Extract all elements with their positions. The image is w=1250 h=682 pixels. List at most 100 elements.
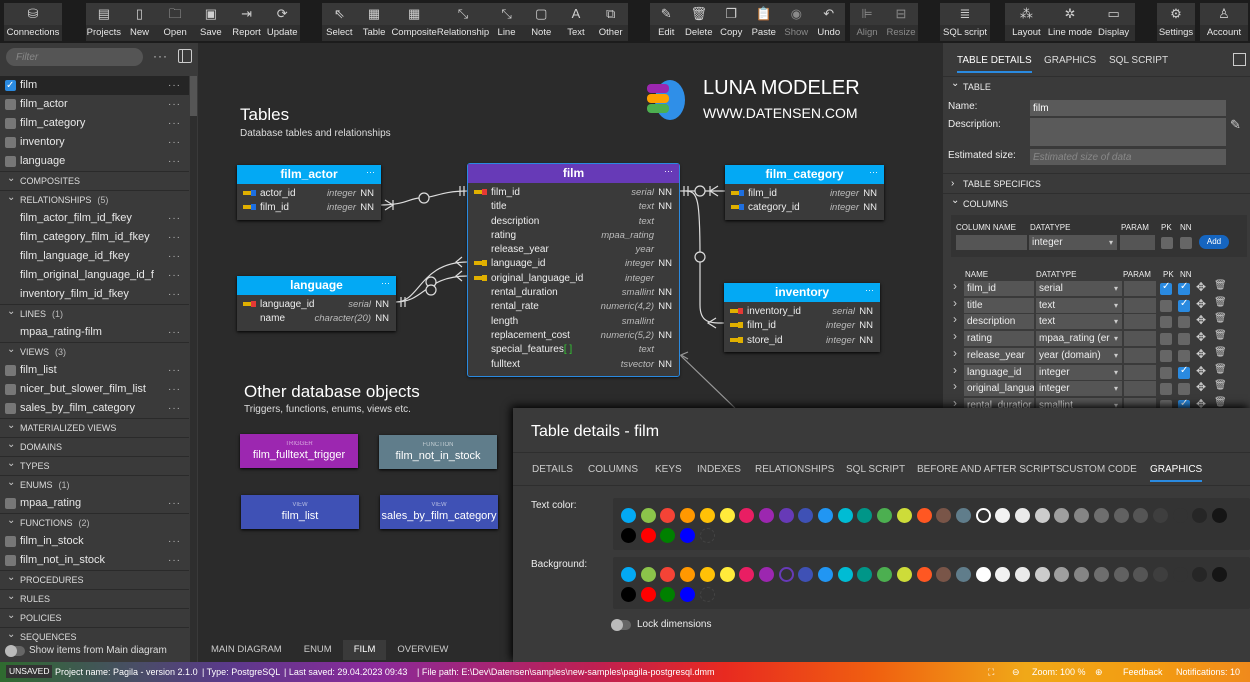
- color-swatch[interactable]: [640, 528, 656, 543]
- column-name-input[interactable]: release_year: [964, 347, 1034, 363]
- table-menu-button[interactable]: ···: [869, 163, 878, 182]
- color-swatch[interactable]: [719, 567, 735, 582]
- pk-checkbox[interactable]: [1160, 299, 1172, 312]
- color-swatch[interactable]: [660, 587, 676, 602]
- nn-checkbox[interactable]: [1178, 333, 1190, 346]
- column-row[interactable]: film_id serial NN: [468, 186, 679, 200]
- edit-pencil-icon[interactable]: ✎: [1230, 117, 1241, 133]
- sidebar-more-button[interactable]: ···: [153, 49, 168, 63]
- item-checkbox[interactable]: [5, 76, 16, 95]
- toggle-switch[interactable]: [5, 645, 25, 657]
- new-column-nn-checkbox[interactable]: [1180, 237, 1192, 249]
- align-button[interactable]: ⊫ Align: [850, 3, 884, 41]
- item-more-button[interactable]: ···: [168, 380, 181, 399]
- trash-icon[interactable]: 🗑: [1214, 364, 1227, 375]
- color-swatch[interactable]: [1054, 567, 1070, 582]
- table-film_category[interactable]: film_category ··· film_id integer NN category…: [725, 165, 884, 220]
- column-name-input[interactable]: description: [964, 314, 1034, 330]
- move-icon[interactable]: ✥: [1196, 280, 1206, 294]
- color-swatch[interactable]: [680, 508, 696, 523]
- composite-button[interactable]: ▦ Composite: [391, 3, 436, 41]
- sidebar-item-nicer-but-slower-film-list[interactable]: nicer_but_slower_film_list ···: [0, 380, 189, 399]
- column-datatype-select[interactable]: mpaa_rating (er: [1036, 331, 1122, 347]
- column-row[interactable]: rating mpaa_rating: [468, 229, 679, 243]
- column-param-input[interactable]: [1124, 297, 1156, 313]
- item-checkbox[interactable]: [5, 99, 16, 110]
- section-types[interactable]: TYPES: [0, 454, 189, 475]
- color-swatch[interactable]: [936, 508, 952, 523]
- trash-icon[interactable]: 🗑: [1214, 330, 1227, 341]
- show-main-items-toggle[interactable]: Show items from Main diagram: [5, 644, 167, 658]
- column-row[interactable]: film_id integer NN: [724, 319, 880, 333]
- color-swatch[interactable]: [1192, 508, 1208, 523]
- column-row[interactable]: name character(20) NN: [237, 312, 396, 326]
- column-name-input[interactable]: original_langua: [964, 381, 1034, 397]
- item-more-button[interactable]: ···: [168, 152, 181, 171]
- column-row[interactable]: original_language_id integer: [468, 272, 679, 286]
- sidebar-item-film-actor-film-id-fkey[interactable]: film_actor_film_id_fkey ···: [0, 209, 189, 228]
- color-swatch[interactable]: [621, 508, 636, 523]
- relationship-button[interactable]: ⤡ Relationship: [437, 3, 489, 41]
- estimated-size-input[interactable]: [1030, 149, 1226, 165]
- column-row[interactable]: category_id integer NN: [725, 201, 884, 215]
- column-row[interactable]: release_year year: [468, 243, 679, 257]
- new-button[interactable]: ▯ New: [122, 3, 158, 41]
- color-swatch[interactable]: [1152, 567, 1168, 582]
- move-icon[interactable]: ✥: [1196, 380, 1206, 394]
- section-procedures[interactable]: PROCEDURES: [0, 568, 189, 589]
- sidebar-item-film-language-id-fkey[interactable]: film_language_id_fkey ···: [0, 247, 189, 266]
- expand-chevron-icon[interactable]: ›: [953, 279, 957, 293]
- expand-chevron-icon[interactable]: ›: [953, 312, 957, 326]
- paste-button[interactable]: 📋 Paste: [748, 3, 781, 41]
- section-relationships[interactable]: RELATIONSHIPS (5): [0, 188, 189, 209]
- projects-button[interactable]: ▤ Projects: [86, 3, 122, 41]
- move-icon[interactable]: ✥: [1196, 364, 1206, 378]
- item-checkbox[interactable]: [5, 118, 16, 129]
- item-checkbox[interactable]: [5, 384, 16, 395]
- trash-icon[interactable]: 🗑: [1214, 313, 1227, 324]
- section-columns[interactable]: COLUMNS: [943, 191, 1250, 213]
- color-swatch[interactable]: [837, 508, 853, 523]
- color-swatch[interactable]: [778, 508, 794, 523]
- color-swatch[interactable]: [1015, 508, 1030, 523]
- line-mode-button[interactable]: ✲ Line mode: [1048, 3, 1092, 41]
- item-more-button[interactable]: ···: [168, 494, 181, 513]
- color-swatch[interactable]: [857, 508, 873, 523]
- color-swatch[interactable]: [640, 567, 656, 582]
- item-more-button[interactable]: ···: [168, 399, 181, 418]
- color-swatch[interactable]: [758, 508, 774, 523]
- view-film-list[interactable]: VIEW film_list: [241, 495, 359, 529]
- column-row[interactable]: rental_rate numeric(4,2) NN: [468, 300, 679, 314]
- item-checkbox[interactable]: [5, 137, 16, 148]
- open-button[interactable]: 🗀 Open: [157, 3, 193, 41]
- column-row[interactable]: film_id integer NN: [725, 187, 884, 201]
- section-composites[interactable]: COMPOSITES: [0, 169, 189, 190]
- dialog-tab-indexes[interactable]: INDEXES: [697, 464, 741, 475]
- pk-checkbox[interactable]: [1160, 316, 1172, 329]
- dialog-tab-relationships[interactable]: RELATIONSHIPS: [755, 464, 834, 475]
- sidebar-item-inventory-film-id-fkey[interactable]: inventory_film_id_fkey ···: [0, 285, 189, 304]
- view-sales-by-film-category[interactable]: VIEW sales_by_film_category: [380, 495, 498, 529]
- column-row[interactable]: language_id integer NN: [468, 257, 679, 271]
- diagram-tab-enum[interactable]: ENUM: [292, 640, 343, 660]
- edit-button[interactable]: ✎ Edit: [650, 3, 683, 41]
- item-more-button[interactable]: ···: [168, 228, 181, 247]
- dialog-tab-sql-script[interactable]: SQL SCRIPT: [846, 464, 905, 475]
- other-button[interactable]: ⧉ Other: [593, 3, 628, 41]
- section-table-specifics[interactable]: TABLE SPECIFICS: [943, 173, 1250, 194]
- column-name-input[interactable]: language_id: [964, 364, 1034, 380]
- pk-checkbox[interactable]: [1160, 383, 1172, 396]
- color-swatch[interactable]: [739, 567, 755, 582]
- item-checkbox[interactable]: [5, 555, 16, 566]
- column-row[interactable]: fulltext tsvector NN: [468, 358, 679, 372]
- color-swatch[interactable]: [1074, 567, 1090, 582]
- sidebar-item-film-in-stock[interactable]: film_in_stock ···: [0, 532, 189, 551]
- dialog-tab-graphics[interactable]: GRAPHICS: [1150, 464, 1203, 482]
- color-swatch[interactable]: [995, 567, 1011, 582]
- sidebar-scrollbar[interactable]: [190, 76, 197, 672]
- diagram-tab-main-diagram[interactable]: MAIN DIAGRAM: [200, 640, 293, 660]
- column-param-input[interactable]: [1124, 381, 1156, 397]
- trash-icon[interactable]: 🗑: [1214, 380, 1227, 391]
- table-film_actor[interactable]: film_actor ··· actor_id integer NN film_id int…: [237, 165, 381, 220]
- expand-chevron-icon[interactable]: ›: [953, 363, 957, 377]
